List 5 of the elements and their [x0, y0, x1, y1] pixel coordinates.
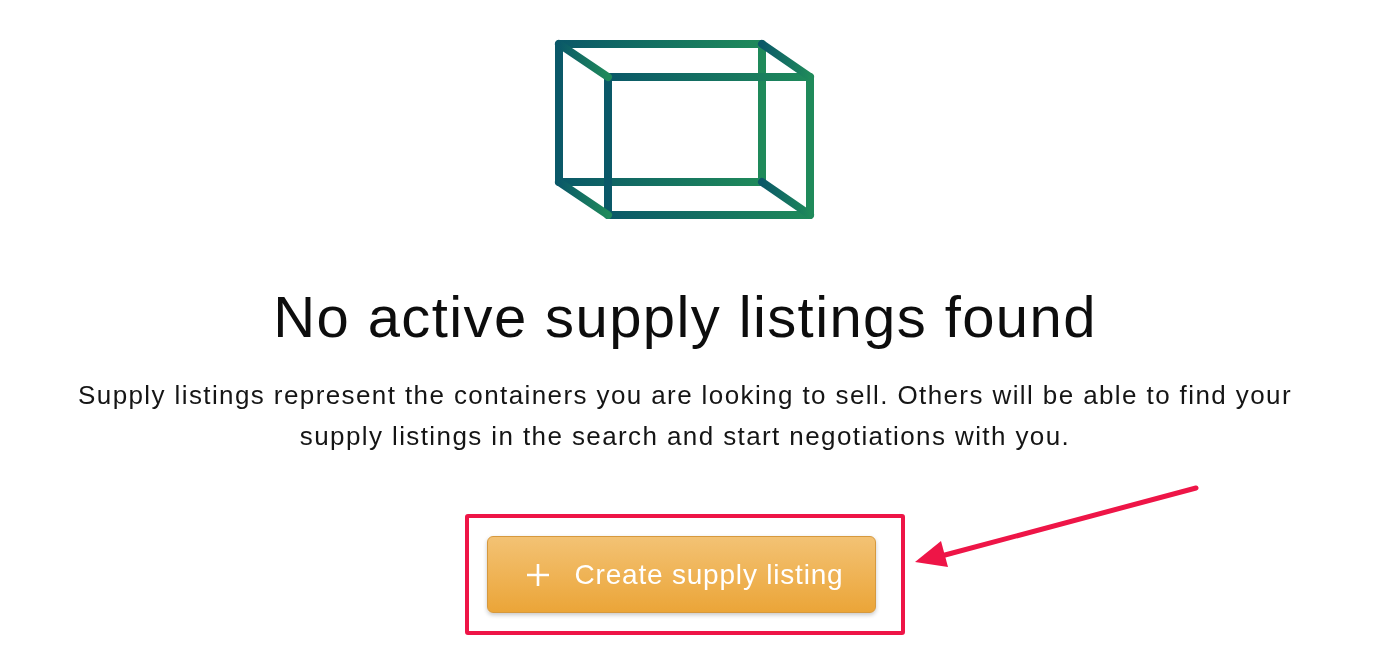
container-box-icon [554, 39, 816, 219]
create-listing-button[interactable]: Create supply listing [486, 536, 877, 613]
plus-icon [526, 563, 549, 586]
empty-state-description: Supply listings represent the containers you are looking to sell. Others will be able to find your supply listings in the search and start negotiations with you. [77, 379, 1293, 453]
empty-state-title: No active supply listings found [273, 283, 1097, 350]
